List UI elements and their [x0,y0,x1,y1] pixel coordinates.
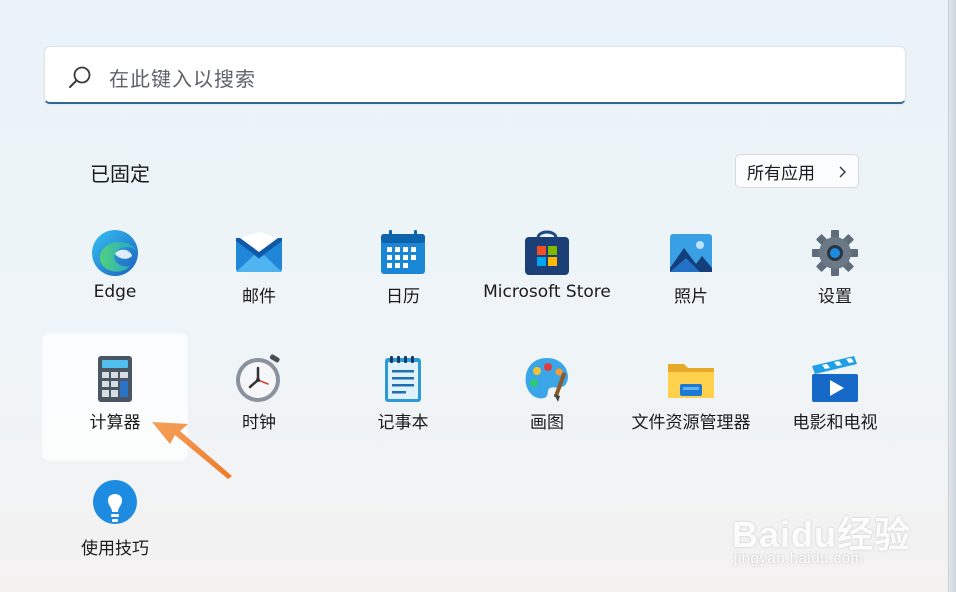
app-tile-store[interactable]: Microsoft Store [475,208,619,334]
search-placeholder: 在此键入以搜索 [109,67,256,91]
app-tile-notepad[interactable]: 记事本 [331,334,475,460]
notepad-icon [385,356,421,402]
app-label: 记事本 [377,413,429,433]
app-tile-paint[interactable]: 画图 [475,334,619,460]
app-tile-edge[interactable]: Edge [43,208,187,334]
calculator-icon [98,356,132,402]
photos-icon [670,234,712,272]
app-tile-movies-tv[interactable]: 电影和电视 [763,334,907,460]
store-icon [525,230,569,275]
app-tile-calendar[interactable]: 日历 [331,208,475,334]
baidu-watermark: Baidu经验 jingyan.baidu.com [732,500,922,580]
app-tile-mail[interactable]: 邮件 [187,208,331,334]
app-label: 文件资源管理器 [631,413,751,433]
watermark-url: jingyan.baidu.com [734,550,864,567]
app-label: 照片 [674,287,708,307]
window-edge [948,0,956,592]
app-label: 画图 [530,413,564,433]
paint-icon [525,358,568,402]
app-label: 使用技巧 [81,539,149,559]
app-tile-settings[interactable]: 设置 [763,208,907,334]
all-apps-button[interactable]: 所有应用 [735,154,859,188]
app-tile-file-explorer[interactable]: 文件资源管理器 [619,334,763,460]
search-icon [69,66,91,88]
edge-icon [92,230,138,276]
app-label: 电影和电视 [792,413,878,433]
app-label: Microsoft Store [483,282,611,302]
gear-icon [812,230,858,276]
app-label: 设置 [818,287,852,307]
app-label: 邮件 [242,287,276,307]
app-tile-photos[interactable]: 照片 [619,208,763,334]
chevron-right-icon [839,166,846,178]
folder-icon [668,364,714,398]
clock-icon [236,354,280,402]
search-input[interactable]: 在此键入以搜索 [44,46,906,104]
tips-icon [93,480,137,524]
all-apps-label: 所有应用 [747,163,815,184]
app-label: Edge [93,282,137,302]
calendar-icon [381,230,425,274]
pinned-section-title: 已固定 [90,162,150,186]
movies-icon [812,356,858,402]
app-label: 日历 [386,287,420,307]
annotation-arrow-icon [152,422,232,479]
mail-icon [236,232,282,272]
